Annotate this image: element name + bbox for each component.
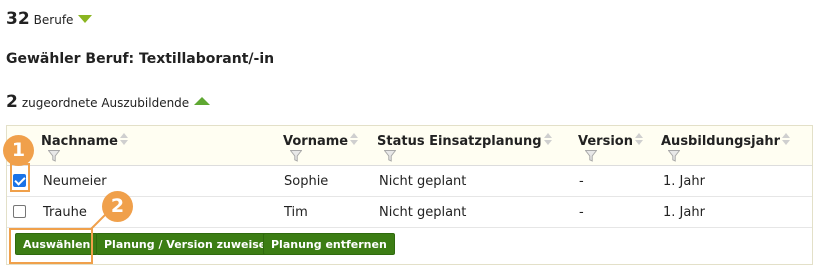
collapse-arrow-icon[interactable] xyxy=(194,97,211,105)
assign-planning-version-button[interactable]: Planung / Version zuweisen xyxy=(96,233,283,255)
column-header-ausbildungsjahr[interactable]: Ausbildungsjahr xyxy=(661,133,791,149)
cell-version: - xyxy=(579,205,584,220)
cell-vorname: Sophie xyxy=(284,174,329,189)
cell-status: Nicht geplant xyxy=(379,205,467,220)
table-header: Nachname Vorname Status Einsatzplanung V… xyxy=(7,126,812,166)
filter-icon[interactable] xyxy=(384,150,396,162)
table-row[interactable]: Neumeier Sophie Nicht geplant - 1. Jahr xyxy=(7,166,812,197)
cell-vorname: Tim xyxy=(284,205,308,220)
select-button-highlight xyxy=(9,228,93,264)
checkbox-highlight xyxy=(10,163,30,192)
cell-nachname: Trauhe xyxy=(43,205,87,220)
row-checkbox[interactable] xyxy=(13,205,26,218)
column-label: Version xyxy=(578,134,633,149)
trainees-label: zugeordnete Auszubildende xyxy=(21,96,190,110)
sort-icon[interactable] xyxy=(634,133,644,146)
column-label: Ausbildungsjahr xyxy=(661,134,781,149)
filter-icon[interactable] xyxy=(48,150,60,162)
sort-icon[interactable] xyxy=(543,133,553,146)
berufe-count-line: 32 Berufe xyxy=(6,9,93,29)
berufe-label: Berufe xyxy=(33,13,74,27)
cell-version: - xyxy=(579,174,584,189)
column-label: Vorname xyxy=(283,134,349,149)
remove-planning-button[interactable]: Planung entfernen xyxy=(263,233,395,255)
sort-icon[interactable] xyxy=(119,133,129,146)
berufe-count: 32 xyxy=(6,9,30,29)
column-label: Nachname xyxy=(41,134,119,149)
sort-icon[interactable] xyxy=(781,133,791,146)
filter-icon[interactable] xyxy=(290,150,302,162)
sort-icon[interactable] xyxy=(349,133,359,146)
cell-nachname: Neumeier xyxy=(43,174,107,189)
cell-ausbildungsjahr: 1. Jahr xyxy=(663,174,705,189)
column-header-version[interactable]: Version xyxy=(578,133,644,149)
selected-profession-heading: Gewähler Beruf: Textillaborant/-in xyxy=(6,51,275,67)
trainees-count: 2 xyxy=(6,92,18,112)
column-header-nachname[interactable]: Nachname xyxy=(41,133,129,149)
trainees-count-line: 2 zugeordnete Auszubildende xyxy=(6,92,211,112)
cell-ausbildungsjahr: 1. Jahr xyxy=(663,205,705,220)
filter-icon[interactable] xyxy=(668,150,680,162)
column-label: Status Einsatzplanung xyxy=(377,134,542,149)
expand-arrow-icon[interactable] xyxy=(78,15,93,23)
filter-icon[interactable] xyxy=(585,150,597,162)
callout-badge-2: 2 xyxy=(102,191,133,222)
callout-badge-1: 1 xyxy=(3,135,34,166)
column-header-vorname[interactable]: Vorname xyxy=(283,133,359,149)
cell-status: Nicht geplant xyxy=(379,174,467,189)
column-header-status[interactable]: Status Einsatzplanung xyxy=(377,133,553,149)
